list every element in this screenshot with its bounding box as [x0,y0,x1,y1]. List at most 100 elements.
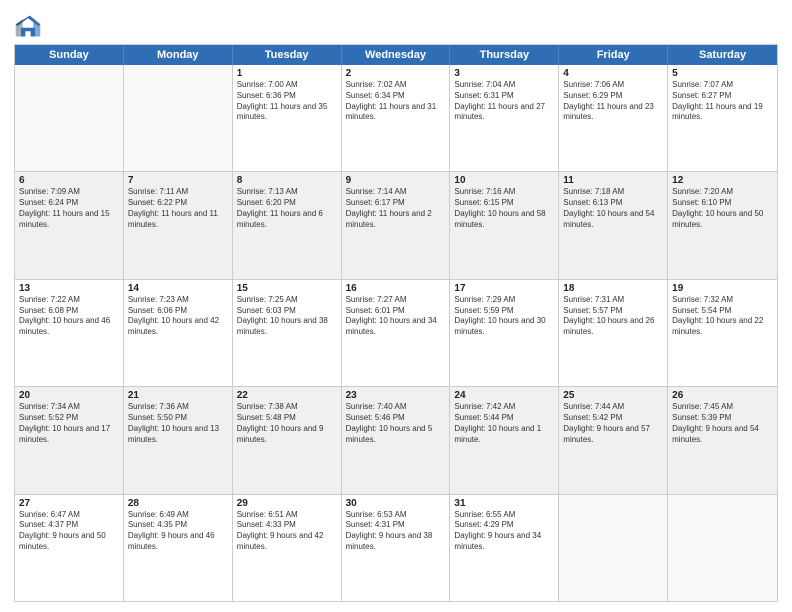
cell-info: Sunrise: 7:16 AM Sunset: 6:15 PM Dayligh… [454,187,554,230]
cal-cell: 11Sunrise: 7:18 AM Sunset: 6:13 PM Dayli… [559,172,668,278]
day-number: 23 [346,390,446,401]
cell-info: Sunrise: 7:09 AM Sunset: 6:24 PM Dayligh… [19,187,119,230]
cal-cell: 29Sunrise: 6:51 AM Sunset: 4:33 PM Dayli… [233,495,342,601]
header-day-wednesday: Wednesday [342,45,451,65]
header-day-tuesday: Tuesday [233,45,342,65]
day-number: 12 [672,175,773,186]
header-day-sunday: Sunday [15,45,124,65]
day-number: 10 [454,175,554,186]
day-number: 18 [563,283,663,294]
day-number: 25 [563,390,663,401]
cell-info: Sunrise: 7:38 AM Sunset: 5:48 PM Dayligh… [237,402,337,445]
calendar-body: 1Sunrise: 7:00 AM Sunset: 6:36 PM Daylig… [15,65,777,601]
cal-cell: 15Sunrise: 7:25 AM Sunset: 6:03 PM Dayli… [233,280,342,386]
day-number: 26 [672,390,773,401]
day-number: 11 [563,175,663,186]
cell-info: Sunrise: 7:20 AM Sunset: 6:10 PM Dayligh… [672,187,773,230]
cal-cell: 26Sunrise: 7:45 AM Sunset: 5:39 PM Dayli… [668,387,777,493]
calendar: SundayMondayTuesdayWednesdayThursdayFrid… [14,44,778,602]
day-number: 24 [454,390,554,401]
cal-cell: 12Sunrise: 7:20 AM Sunset: 6:10 PM Dayli… [668,172,777,278]
cell-info: Sunrise: 7:18 AM Sunset: 6:13 PM Dayligh… [563,187,663,230]
cell-info: Sunrise: 7:34 AM Sunset: 5:52 PM Dayligh… [19,402,119,445]
cal-cell: 28Sunrise: 6:49 AM Sunset: 4:35 PM Dayli… [124,495,233,601]
cell-info: Sunrise: 7:07 AM Sunset: 6:27 PM Dayligh… [672,80,773,123]
cell-info: Sunrise: 6:53 AM Sunset: 4:31 PM Dayligh… [346,510,446,553]
cal-cell: 2Sunrise: 7:02 AM Sunset: 6:34 PM Daylig… [342,65,451,171]
cal-cell: 8Sunrise: 7:13 AM Sunset: 6:20 PM Daylig… [233,172,342,278]
cell-info: Sunrise: 7:02 AM Sunset: 6:34 PM Dayligh… [346,80,446,123]
header-day-saturday: Saturday [668,45,777,65]
cal-cell [668,495,777,601]
day-number: 16 [346,283,446,294]
calendar-header: SundayMondayTuesdayWednesdayThursdayFrid… [15,45,777,65]
header-day-monday: Monday [124,45,233,65]
day-number: 21 [128,390,228,401]
cell-info: Sunrise: 7:06 AM Sunset: 6:29 PM Dayligh… [563,80,663,123]
day-number: 9 [346,175,446,186]
cal-row-3: 20Sunrise: 7:34 AM Sunset: 5:52 PM Dayli… [15,387,777,494]
day-number: 2 [346,68,446,79]
cal-cell: 30Sunrise: 6:53 AM Sunset: 4:31 PM Dayli… [342,495,451,601]
cal-cell: 4Sunrise: 7:06 AM Sunset: 6:29 PM Daylig… [559,65,668,171]
cal-row-1: 6Sunrise: 7:09 AM Sunset: 6:24 PM Daylig… [15,172,777,279]
cal-cell: 14Sunrise: 7:23 AM Sunset: 6:06 PM Dayli… [124,280,233,386]
cal-row-2: 13Sunrise: 7:22 AM Sunset: 6:08 PM Dayli… [15,280,777,387]
day-number: 27 [19,498,119,509]
cell-info: Sunrise: 7:23 AM Sunset: 6:06 PM Dayligh… [128,295,228,338]
cell-info: Sunrise: 7:00 AM Sunset: 6:36 PM Dayligh… [237,80,337,123]
cell-info: Sunrise: 7:27 AM Sunset: 6:01 PM Dayligh… [346,295,446,338]
cal-cell: 31Sunrise: 6:55 AM Sunset: 4:29 PM Dayli… [450,495,559,601]
day-number: 20 [19,390,119,401]
day-number: 3 [454,68,554,79]
cell-info: Sunrise: 7:32 AM Sunset: 5:54 PM Dayligh… [672,295,773,338]
day-number: 13 [19,283,119,294]
cell-info: Sunrise: 7:04 AM Sunset: 6:31 PM Dayligh… [454,80,554,123]
cal-cell: 23Sunrise: 7:40 AM Sunset: 5:46 PM Dayli… [342,387,451,493]
day-number: 17 [454,283,554,294]
day-number: 31 [454,498,554,509]
cell-info: Sunrise: 7:13 AM Sunset: 6:20 PM Dayligh… [237,187,337,230]
cell-info: Sunrise: 7:44 AM Sunset: 5:42 PM Dayligh… [563,402,663,445]
cell-info: Sunrise: 6:47 AM Sunset: 4:37 PM Dayligh… [19,510,119,553]
logo-icon [14,12,42,40]
cal-row-0: 1Sunrise: 7:00 AM Sunset: 6:36 PM Daylig… [15,65,777,172]
cal-row-4: 27Sunrise: 6:47 AM Sunset: 4:37 PM Dayli… [15,495,777,601]
day-number: 7 [128,175,228,186]
cal-cell: 24Sunrise: 7:42 AM Sunset: 5:44 PM Dayli… [450,387,559,493]
day-number: 28 [128,498,228,509]
header [14,12,778,40]
day-number: 6 [19,175,119,186]
header-day-thursday: Thursday [450,45,559,65]
page: SundayMondayTuesdayWednesdayThursdayFrid… [0,0,792,612]
cell-info: Sunrise: 7:11 AM Sunset: 6:22 PM Dayligh… [128,187,228,230]
cal-cell: 7Sunrise: 7:11 AM Sunset: 6:22 PM Daylig… [124,172,233,278]
cal-cell: 22Sunrise: 7:38 AM Sunset: 5:48 PM Dayli… [233,387,342,493]
cal-cell: 16Sunrise: 7:27 AM Sunset: 6:01 PM Dayli… [342,280,451,386]
cal-cell: 1Sunrise: 7:00 AM Sunset: 6:36 PM Daylig… [233,65,342,171]
cal-cell: 10Sunrise: 7:16 AM Sunset: 6:15 PM Dayli… [450,172,559,278]
cell-info: Sunrise: 7:29 AM Sunset: 5:59 PM Dayligh… [454,295,554,338]
header-day-friday: Friday [559,45,668,65]
cell-info: Sunrise: 7:22 AM Sunset: 6:08 PM Dayligh… [19,295,119,338]
cal-cell: 5Sunrise: 7:07 AM Sunset: 6:27 PM Daylig… [668,65,777,171]
day-number: 30 [346,498,446,509]
day-number: 29 [237,498,337,509]
day-number: 5 [672,68,773,79]
cal-cell: 20Sunrise: 7:34 AM Sunset: 5:52 PM Dayli… [15,387,124,493]
cell-info: Sunrise: 7:42 AM Sunset: 5:44 PM Dayligh… [454,402,554,445]
logo [14,12,46,40]
day-number: 14 [128,283,228,294]
cal-cell: 25Sunrise: 7:44 AM Sunset: 5:42 PM Dayli… [559,387,668,493]
cell-info: Sunrise: 7:36 AM Sunset: 5:50 PM Dayligh… [128,402,228,445]
day-number: 22 [237,390,337,401]
day-number: 19 [672,283,773,294]
day-number: 1 [237,68,337,79]
cal-cell [559,495,668,601]
cell-info: Sunrise: 6:51 AM Sunset: 4:33 PM Dayligh… [237,510,337,553]
cal-cell: 21Sunrise: 7:36 AM Sunset: 5:50 PM Dayli… [124,387,233,493]
day-number: 4 [563,68,663,79]
cal-cell: 27Sunrise: 6:47 AM Sunset: 4:37 PM Dayli… [15,495,124,601]
cal-cell: 3Sunrise: 7:04 AM Sunset: 6:31 PM Daylig… [450,65,559,171]
cell-info: Sunrise: 7:45 AM Sunset: 5:39 PM Dayligh… [672,402,773,445]
